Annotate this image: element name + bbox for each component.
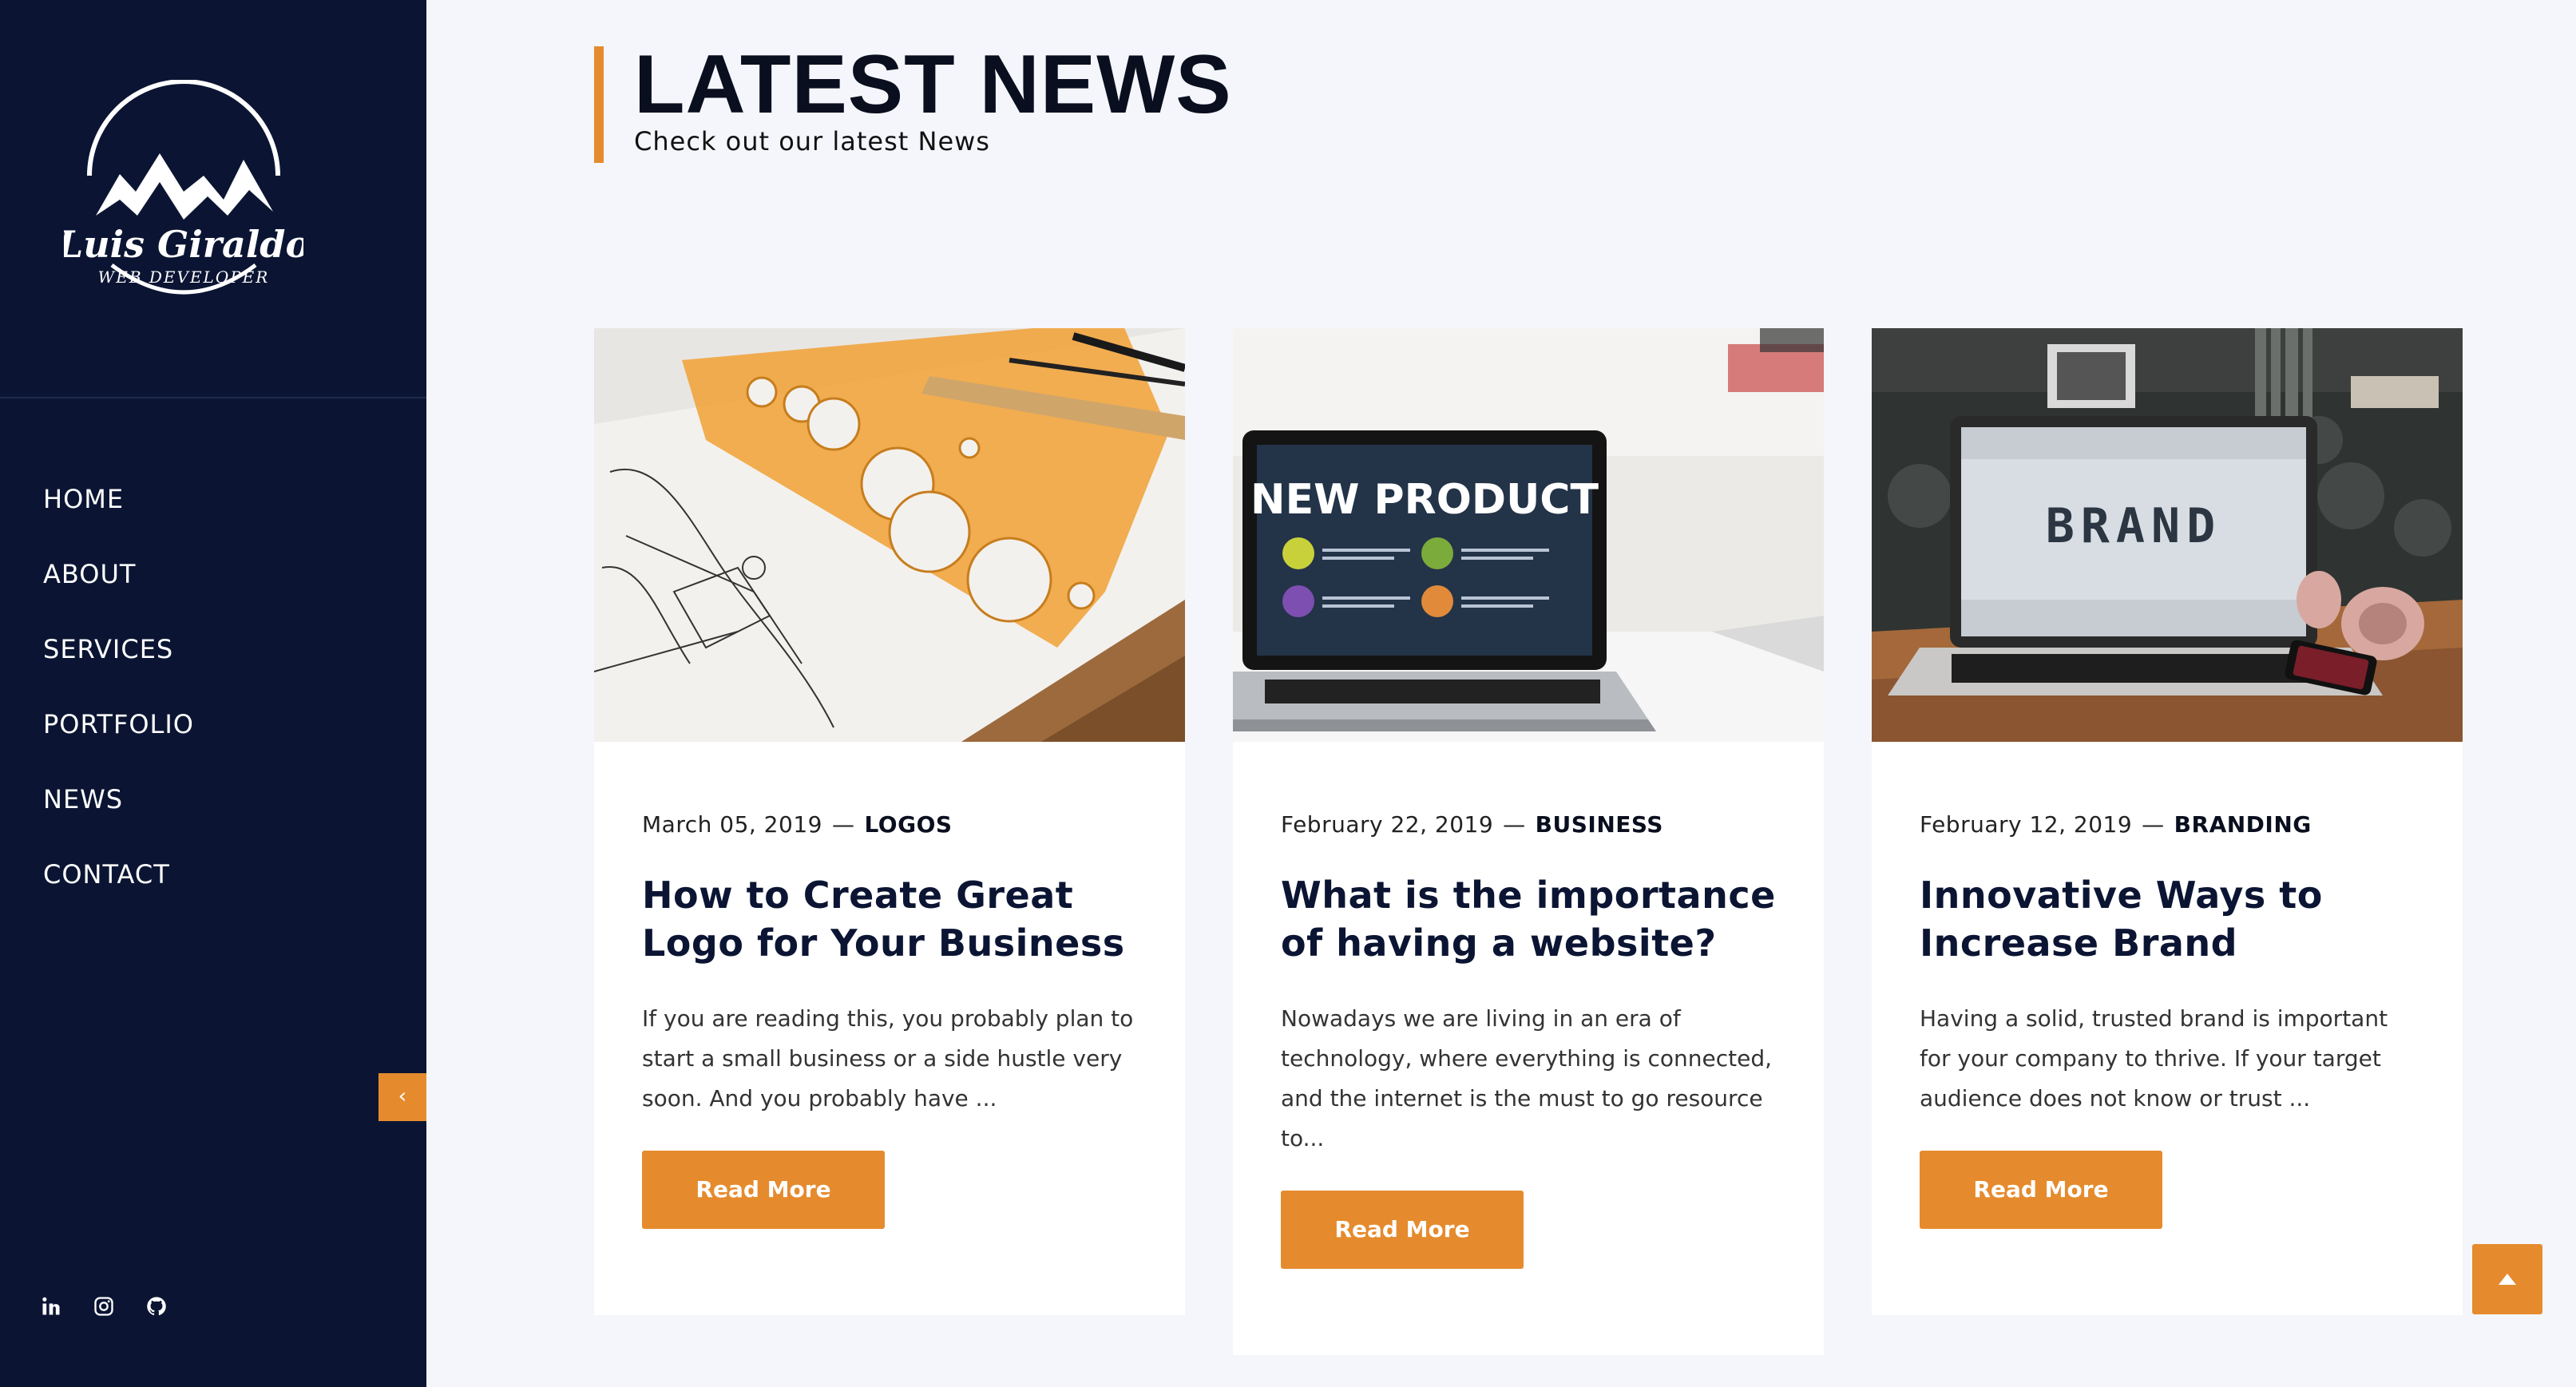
section-header: LATEST NEWS Check out our latest News [594, 38, 1232, 163]
read-more-button[interactable]: Read More [1281, 1191, 1524, 1269]
news-card-meta: February 12, 2019— BRANDING [1920, 811, 2312, 838]
post-date: February 12, 2019 [1920, 811, 2133, 838]
main-nav: HOME ABOUT SERVICES PORTFOLIO NEWS CONTA… [43, 479, 194, 929]
post-excerpt: If you are reading this, you probably pl… [642, 1005, 1134, 1112]
post-excerpt: Having a solid, trusted brand is importa… [1920, 1005, 2388, 1112]
read-more-button[interactable]: Read More [642, 1151, 885, 1229]
caret-up-icon [2499, 1274, 2516, 1285]
nav-portfolio[interactable]: PORTFOLIO [43, 704, 194, 779]
nav-contact[interactable]: CONTACT [43, 854, 194, 929]
nav-services[interactable]: SERVICES [43, 629, 194, 704]
news-card-body: February 12, 2019— BRANDING Innovative Wa… [1872, 809, 2463, 1315]
svg-text:Luis Giraldo: Luis Giraldo [64, 223, 303, 266]
post-title[interactable]: What is the importance of having a websi… [1281, 871, 1776, 967]
news-card-image[interactable] [594, 328, 1185, 742]
news-card-body: March 05, 2019— LOGOS How to Create Great… [594, 809, 1185, 1315]
laptop-new-product-image: NEW PRODUCT [1233, 328, 1824, 742]
nav-news[interactable]: NEWS [43, 779, 194, 854]
news-card: BRAND February 12, 2019— BRANDING Innovat… [1872, 328, 2463, 1315]
laptop-brand-image: BRAND [1872, 328, 2463, 742]
page-title: LATEST NEWS [634, 38, 1232, 131]
post-category[interactable]: LOGOS [864, 811, 952, 838]
nav-about[interactable]: ABOUT [43, 554, 194, 629]
post-title[interactable]: Innovative Ways to Increase Brand [1920, 871, 2415, 967]
news-card-image[interactable]: BRAND [1872, 328, 2463, 742]
sidebar-collapse-button[interactable]: ‹ [378, 1073, 426, 1121]
news-card-meta: March 05, 2019— LOGOS [642, 811, 953, 838]
post-title[interactable]: How to Create Great Logo for Your Busine… [642, 871, 1137, 967]
github-icon[interactable] [144, 1294, 169, 1319]
site-logo[interactable]: Luis Giraldo WEB DEVELOPER [56, 79, 310, 319]
post-category[interactable]: BRANDING [2174, 811, 2312, 838]
news-card: March 05, 2019— LOGOS How to Create Great… [594, 328, 1185, 1315]
post-excerpt: Nowadays we are living in an era of tech… [1281, 1005, 1772, 1151]
svg-text:BRAND: BRAND [2046, 498, 2222, 554]
post-date: March 05, 2019 [642, 811, 822, 838]
post-date: February 22, 2019 [1281, 811, 1494, 838]
news-card-meta: February 22, 2019— BUSINESS [1281, 811, 1663, 838]
news-card-image[interactable]: NEW PRODUCT [1233, 328, 1824, 742]
scroll-to-top-button[interactable] [2472, 1244, 2542, 1314]
sidebar-divider [0, 397, 426, 398]
mountain-logo-icon: Luis Giraldo WEB DEVELOPER [56, 79, 310, 295]
news-card-body: February 22, 2019— BUSINESS What is the i… [1233, 809, 1824, 1355]
instagram-icon[interactable] [91, 1294, 117, 1319]
svg-text:NEW PRODUCT: NEW PRODUCT [1250, 476, 1599, 524]
drafting-ruler-image [594, 328, 1185, 742]
svg-text:WEB DEVELOPER: WEB DEVELOPER [98, 267, 270, 287]
post-category[interactable]: BUSINESS [1536, 811, 1663, 838]
linkedin-icon[interactable] [38, 1294, 64, 1319]
news-card: NEW PRODUCT February 22, 2019— BUSINESS W… [1233, 328, 1824, 1355]
nav-home[interactable]: HOME [43, 479, 194, 554]
read-more-button[interactable]: Read More [1920, 1151, 2162, 1229]
social-links [38, 1294, 169, 1319]
sidebar: Luis Giraldo WEB DEVELOPER HOME ABOUT SE… [0, 0, 426, 1387]
